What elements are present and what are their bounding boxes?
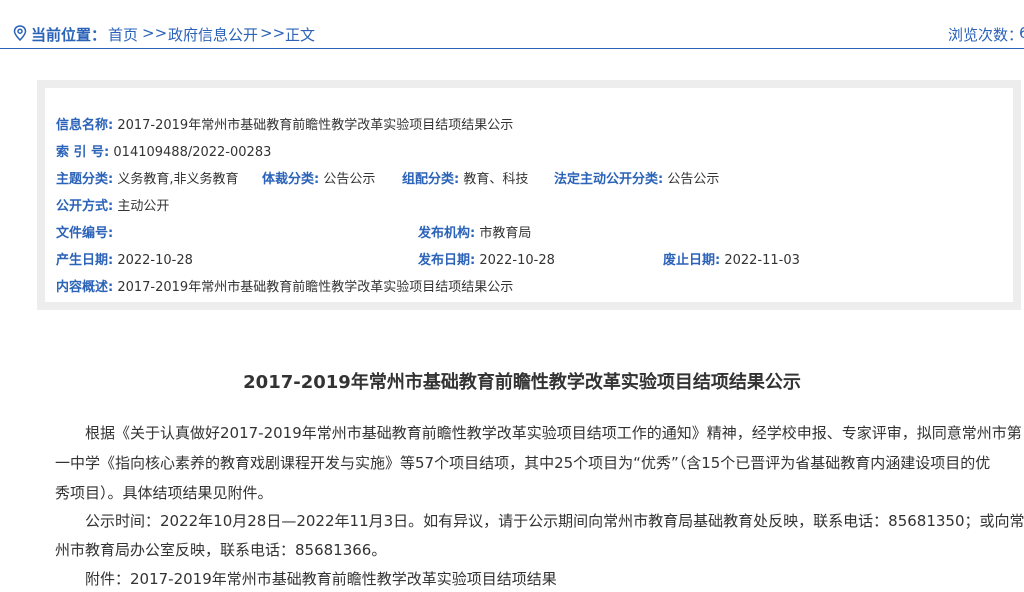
meta-genre: 体裁分类: 公告公示	[262, 168, 375, 187]
article-line: 根据《关于认真做好2017-2019年常州市基础教育前瞻性教学改革实验项目结项工…	[85, 424, 1022, 442]
meta-value: 2022-10-28	[117, 253, 193, 268]
attachment-link[interactable]: 附件：2017-2019年常州市基础教育前瞻性教学改革实验项目结项结果	[85, 568, 557, 589]
meta-label: 内容概述:	[56, 280, 114, 295]
article-line: 一中学《指向核心素养的教育戏剧课程开发与实施》等57个项目结项，其中25个项目为…	[55, 454, 991, 472]
meta-created-date: 产生日期: 2022-10-28	[56, 249, 193, 268]
info-metadata-table: 信息名称: 2017-2019年常州市基础教育前瞻性教学改革实验项目结项结果公示…	[45, 88, 1013, 302]
breadcrumb-gov-info-link[interactable]: 政府信息公开	[168, 24, 258, 45]
view-count-value: 6	[1019, 24, 1024, 42]
meta-index-no: 索 引 号: 014109488/2022-00283	[56, 141, 271, 160]
meta-publisher: 发布机构: 市教育局	[418, 222, 531, 241]
meta-value: 2017-2019年常州市基础教育前瞻性教学改革实验项目结项结果公示	[117, 118, 514, 133]
meta-doc-no: 文件编号:	[56, 222, 113, 241]
meta-value: 教育、科技	[463, 172, 529, 187]
meta-value: 义务教育,非义务教育	[117, 172, 239, 187]
meta-value: 主动公开	[117, 199, 170, 214]
breadcrumb-current: 正文	[285, 26, 316, 44]
meta-summary: 内容概述: 2017-2019年常州市基础教育前瞻性教学改革实验项目结项结果公示	[56, 276, 513, 295]
meta-label: 产生日期:	[56, 253, 114, 268]
meta-expiry-date: 废止日期: 2022-11-03	[663, 249, 800, 268]
meta-value: 2017-2019年常州市基础教育前瞻性教学改革实验项目结项结果公示	[117, 280, 514, 295]
meta-info-name: 信息名称: 2017-2019年常州市基础教育前瞻性教学改革实验项目结项结果公示	[56, 114, 513, 133]
meta-value: 2022-11-03	[724, 253, 800, 268]
meta-org-class: 组配分类: 教育、科技	[402, 168, 528, 187]
meta-topic: 主题分类: 义务教育,非义务教育	[56, 168, 238, 187]
article-line: 公示时间：2022年10月28日—2022年11月3日。如有异议，请于公示期间向…	[85, 512, 1024, 530]
meta-label: 发布机构:	[418, 226, 476, 241]
meta-value: 市教育局	[479, 226, 532, 241]
meta-label: 公开方式:	[56, 199, 114, 214]
meta-label: 法定主动公开分类:	[554, 172, 664, 187]
meta-value: 014109488/2022-00283	[113, 145, 272, 160]
breadcrumb-separator: >>	[260, 24, 286, 42]
breadcrumb-home-link[interactable]: 首页	[108, 24, 138, 45]
view-count-label: 浏览次数：	[948, 26, 1024, 44]
breadcrumb-separator: >>	[142, 24, 168, 42]
breadcrumb-label: 当前位置：	[31, 26, 107, 44]
meta-label: 信息名称:	[56, 118, 114, 133]
location-pin-icon	[13, 25, 27, 41]
meta-value: 公告公示	[323, 172, 376, 187]
meta-statutory-class: 法定主动公开分类: 公告公示	[554, 168, 719, 187]
meta-value: 公告公示	[667, 172, 720, 187]
meta-label: 废止日期:	[663, 253, 721, 268]
meta-label: 索 引 号:	[56, 145, 110, 160]
meta-label: 发布日期:	[418, 253, 476, 268]
meta-label: 文件编号:	[56, 226, 114, 241]
article-line: 州市教育局办公室反映，联系电话：85681366。	[55, 541, 387, 559]
meta-disclosure-mode: 公开方式: 主动公开	[56, 195, 169, 214]
article-title: 2017-2019年常州市基础教育前瞻性教学改革实验项目结项结果公示	[243, 372, 801, 393]
meta-value: 2022-10-28	[479, 253, 555, 268]
info-metadata-panel: 信息名称: 2017-2019年常州市基础教育前瞻性教学改革实验项目结项结果公示…	[37, 80, 1021, 310]
location-bar: 当前位置： 首页 >> 政府信息公开 >> 正文 浏览次数： 6	[0, 0, 1024, 49]
meta-published-date: 发布日期: 2022-10-28	[418, 249, 555, 268]
meta-label: 主题分类:	[56, 172, 114, 187]
article-line: 秀项目）。具体结项结果见附件。	[55, 484, 273, 502]
meta-label: 体裁分类:	[262, 172, 320, 187]
meta-label: 组配分类:	[402, 172, 460, 187]
